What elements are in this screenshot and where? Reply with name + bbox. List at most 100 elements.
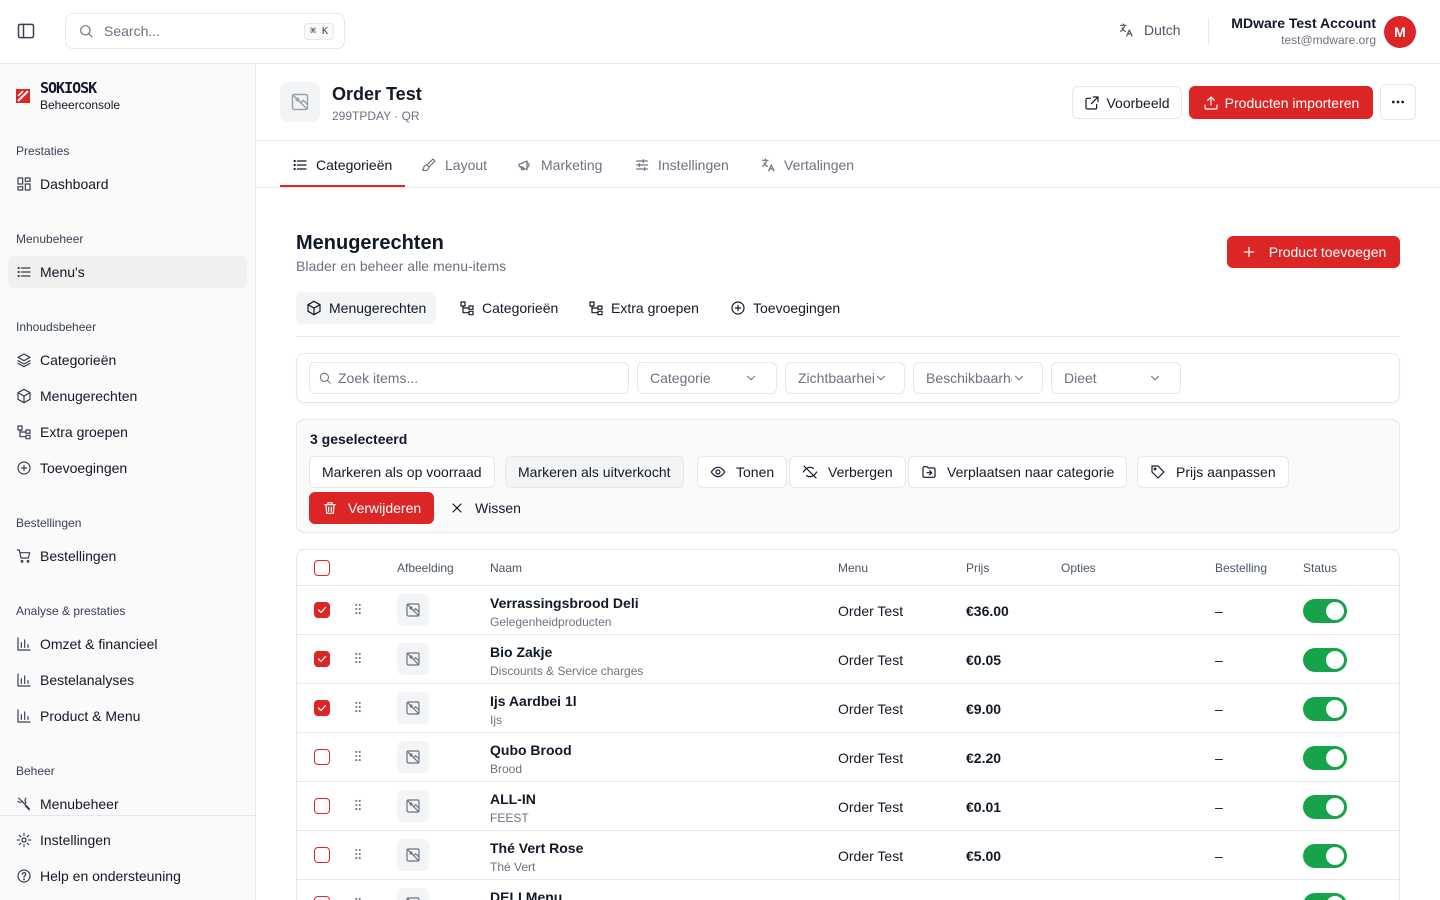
visibility-select[interactable]: Zichtbaarheid xyxy=(785,362,905,394)
drag-handle-icon[interactable] xyxy=(351,847,365,861)
table-row[interactable]: Verrassingsbrood Deli Gelegenheidproduct… xyxy=(297,586,1399,635)
sidebar-item-toevoegingen[interactable]: Toevoegingen xyxy=(8,452,247,484)
global-search[interactable]: Search... ⌘ K xyxy=(65,13,345,49)
items-table: Afbeelding Naam Menu Prijs Opties Bestel… xyxy=(296,549,1400,900)
show-button[interactable]: Tonen xyxy=(697,456,788,488)
sidebar-toggle-icon[interactable] xyxy=(16,21,38,43)
tab-label: Categorieën xyxy=(316,156,393,173)
hide-button[interactable]: Verbergen xyxy=(789,456,906,488)
delete-button[interactable]: Verwijderen xyxy=(309,492,435,524)
drag-handle-icon[interactable] xyxy=(351,896,365,900)
sidebar-item-label: Menubeheer xyxy=(40,796,119,812)
item-order: – xyxy=(1215,652,1223,668)
subtab-extra-groepen[interactable]: Extra groepen xyxy=(578,292,709,324)
brand[interactable]: SOKIOSK Beheerconsole xyxy=(16,80,120,112)
tab-instellingen[interactable]: Instellingen xyxy=(634,141,729,188)
category-select[interactable]: Categorie xyxy=(637,362,777,394)
sidebar-item-label: Instellingen xyxy=(40,832,111,848)
status-toggle[interactable] xyxy=(1303,795,1347,819)
sidebar-item-menugerechten[interactable]: Menugerechten xyxy=(8,380,247,412)
table-row[interactable]: Bio Zakje Discounts & Service charges Or… xyxy=(297,635,1399,684)
subtab-menugerechten[interactable]: Menugerechten xyxy=(296,292,437,324)
status-toggle[interactable] xyxy=(1303,844,1347,868)
row-checkbox[interactable] xyxy=(314,847,330,863)
table-row[interactable]: Ijs Aardbei 1l Ijs Order Test €9.00 – xyxy=(297,684,1399,733)
column-header-menu[interactable]: Menu xyxy=(838,561,868,575)
button-label: Markeren als uitverkocht xyxy=(518,464,671,480)
sidebar-item-bestellingen[interactable]: Bestellingen xyxy=(8,540,247,572)
button-label: Prijs aanpassen xyxy=(1176,464,1276,480)
add-product-button[interactable]: Product toevoegen xyxy=(1227,236,1400,268)
sidebar-item-product-menu[interactable]: Product & Menu xyxy=(8,700,247,732)
tree-icon xyxy=(588,300,604,316)
preview-label: Voorbeeld xyxy=(1106,94,1170,111)
gear-icon xyxy=(16,832,32,848)
tab-layout[interactable]: Layout xyxy=(421,141,487,188)
import-products-button[interactable]: Producten importeren xyxy=(1189,86,1373,119)
item-name: Bio Zakje xyxy=(490,644,553,660)
column-header-status[interactable]: Status xyxy=(1303,561,1337,575)
drag-handle-icon[interactable] xyxy=(351,700,365,714)
table-row[interactable]: Thé Vert Rose Thé Vert Order Test €5.00 … xyxy=(297,831,1399,880)
page-tabs: Categorieën Layout Marketing Instellinge… xyxy=(256,141,1440,188)
external-link-icon xyxy=(1084,95,1100,111)
subtab-toevoegingen[interactable]: Toevoegingen xyxy=(720,292,850,324)
status-toggle[interactable] xyxy=(1303,893,1347,900)
status-toggle[interactable] xyxy=(1303,599,1347,623)
avatar[interactable]: M xyxy=(1384,16,1416,48)
sidebar-item-categorieen[interactable]: Categorieën xyxy=(8,344,247,376)
account-info[interactable]: MDware Test Account test@mdware.org xyxy=(1231,15,1376,47)
row-checkbox[interactable] xyxy=(314,896,330,900)
row-checkbox[interactable] xyxy=(314,749,330,765)
diet-select[interactable]: Dieet xyxy=(1051,362,1181,394)
row-checkbox[interactable] xyxy=(314,651,330,667)
sidebar: SOKIOSK Beheerconsole Prestaties Dashboa… xyxy=(0,64,256,900)
tab-label: Layout xyxy=(445,156,488,173)
row-checkbox[interactable] xyxy=(314,798,330,814)
item-search-input[interactable]: Zoek items... xyxy=(309,362,629,394)
sidebar-item-omzet[interactable]: Omzet & financieel xyxy=(8,628,247,660)
nav-section-bestellingen: Bestellingen xyxy=(16,516,82,530)
drag-handle-icon[interactable] xyxy=(351,798,365,812)
sidebar-item-bestelanalyses[interactable]: Bestelanalyses xyxy=(8,664,247,696)
sidebar-item-label: Bestelanalyses xyxy=(40,672,135,688)
preview-button[interactable]: Voorbeeld xyxy=(1072,86,1182,119)
table-row[interactable]: Qubo Brood Brood Order Test €2.20 – xyxy=(297,733,1399,782)
more-options-button[interactable] xyxy=(1380,84,1416,120)
row-checkbox[interactable] xyxy=(314,602,330,618)
column-header-naam[interactable]: Naam xyxy=(490,561,522,575)
status-toggle[interactable] xyxy=(1303,697,1347,721)
adjust-price-button[interactable]: Prijs aanpassen xyxy=(1137,456,1289,488)
select-all-checkbox[interactable] xyxy=(314,560,330,576)
sidebar-item-dashboard[interactable]: Dashboard xyxy=(8,168,247,200)
sidebar-item-extra-groepen[interactable]: Extra groepen xyxy=(8,416,247,448)
row-checkbox[interactable] xyxy=(314,700,330,716)
table-row[interactable]: DELI Menu xyxy=(297,880,1399,900)
clear-selection-button[interactable]: Wissen xyxy=(437,492,533,524)
status-toggle[interactable] xyxy=(1303,648,1347,672)
drag-handle-icon[interactable] xyxy=(351,749,365,763)
subtab-categorieen[interactable]: Categorieën xyxy=(449,292,568,324)
mark-in-stock-button[interactable]: Markeren als op voorraad xyxy=(309,456,495,488)
availability-select[interactable]: Beschikbaarheid xyxy=(913,362,1043,394)
tab-vertalingen[interactable]: Vertalingen xyxy=(760,141,854,188)
status-toggle[interactable] xyxy=(1303,746,1347,770)
table-row[interactable]: ALL-IN FEEST Order Test €0.01 – xyxy=(297,782,1399,831)
sidebar-item-menus[interactable]: Menu's xyxy=(8,256,247,288)
language-switcher[interactable]: Dutch xyxy=(1118,22,1181,38)
column-header-prijs[interactable]: Prijs xyxy=(966,561,989,575)
move-to-category-button[interactable]: Verplaatsen naar categorie xyxy=(908,456,1128,488)
brand-subtitle: Beheerconsole xyxy=(40,98,121,112)
item-menu: Order Test xyxy=(838,750,904,766)
bar-chart-icon xyxy=(16,636,32,652)
item-category: Ijs xyxy=(490,713,502,727)
tab-marketing[interactable]: Marketing xyxy=(517,141,602,188)
sidebar-item-help[interactable]: Help en ondersteuning xyxy=(8,860,247,892)
column-header-bestelling[interactable]: Bestelling xyxy=(1215,561,1267,575)
sidebar-item-instellingen[interactable]: Instellingen xyxy=(8,824,247,856)
drag-handle-icon[interactable] xyxy=(351,602,365,616)
tab-categorieen[interactable]: Categorieën xyxy=(292,141,392,188)
drag-handle-icon[interactable] xyxy=(351,651,365,665)
tab-label: Instellingen xyxy=(658,156,729,173)
mark-sold-out-button[interactable]: Markeren als uitverkocht xyxy=(505,456,684,488)
